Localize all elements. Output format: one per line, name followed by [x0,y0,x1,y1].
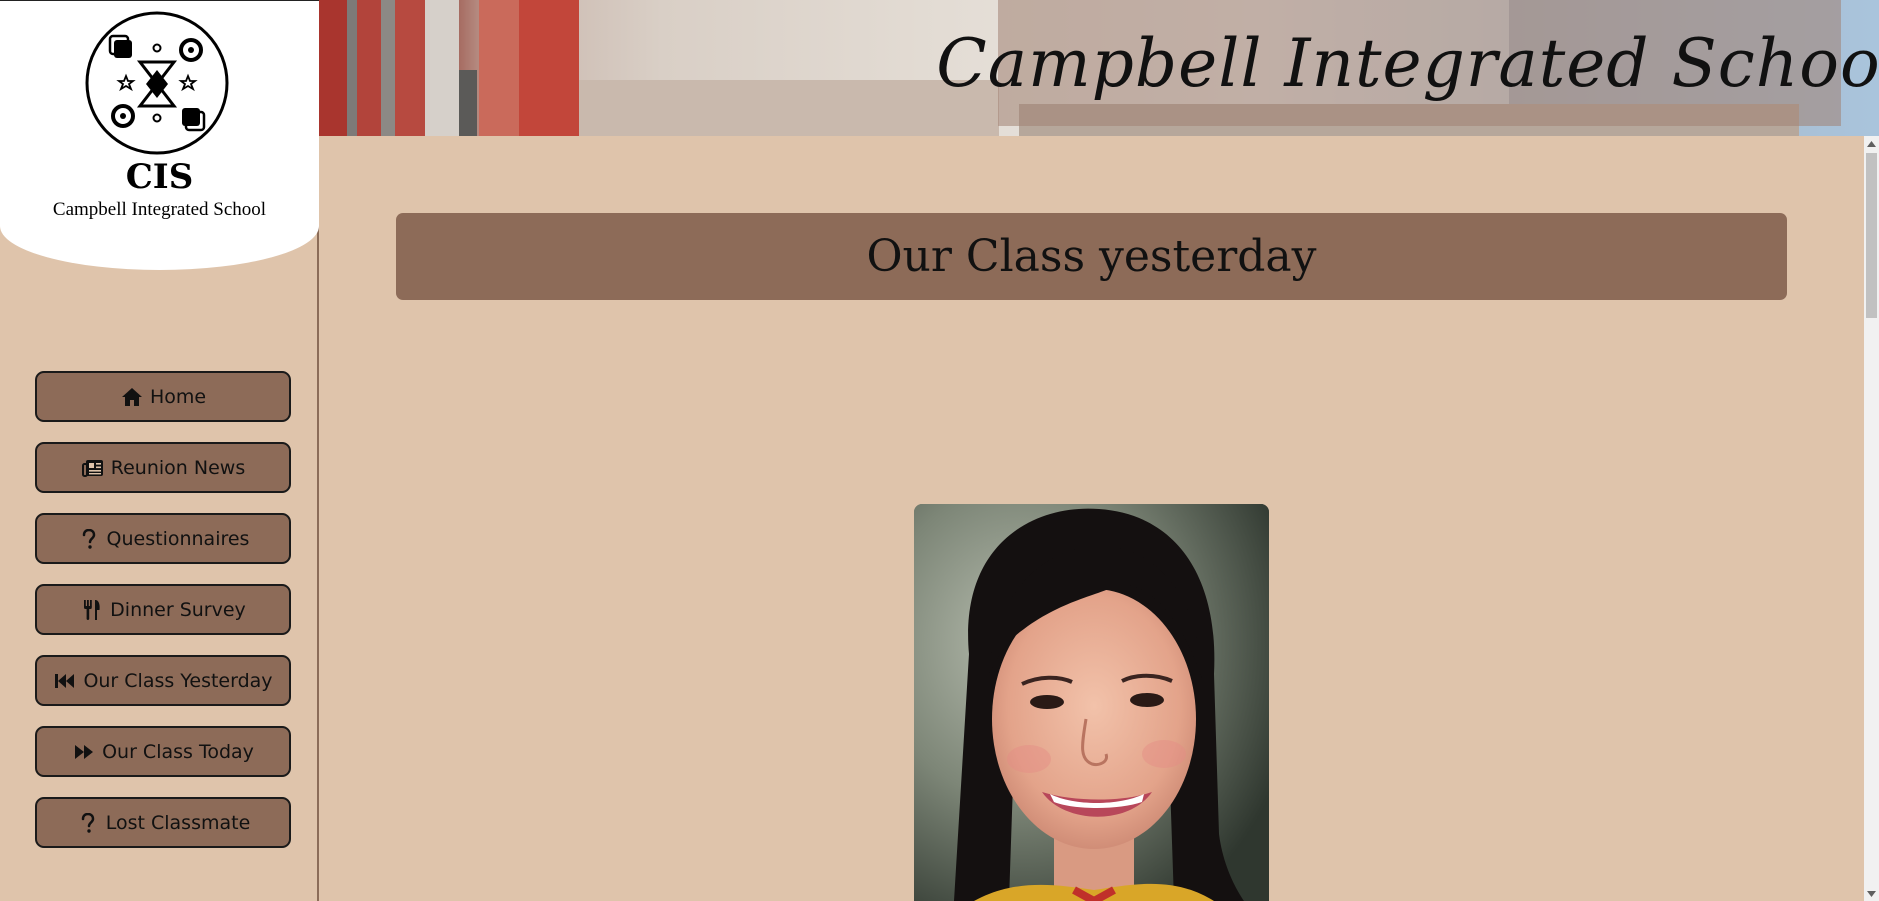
utensils-icon [80,599,104,621]
nav-dinner-survey-button[interactable]: Dinner Survey [35,584,291,635]
nav-lost-classmate-label: Lost Classmate [105,811,251,834]
fast-backward-icon [53,670,77,692]
nav-lost-classmate-button[interactable]: Lost Classmate [35,797,291,848]
banner-building-wall [425,0,459,136]
student-portrait-photo [914,504,1269,901]
school-emblem-icon [85,11,229,155]
nav-reunion-news-label: Reunion News [110,456,246,479]
question-icon [76,812,100,834]
scroll-down-arrow-icon[interactable] [1864,886,1879,901]
portrait-image [914,504,1269,901]
banner-building-window [459,70,477,136]
question-icon [77,528,101,550]
banner-building-wall [519,0,579,136]
banner-title: Campbell Integrated School [936,24,1879,102]
home-icon [120,386,144,408]
nav-home-button[interactable]: Home [35,371,291,422]
scroll-up-arrow-icon[interactable] [1864,136,1879,151]
nav-questionnaires-label: Questionnaires [106,527,250,550]
nav-dinner-survey-label: Dinner Survey [110,598,246,621]
nav-our-class-yesterday-button[interactable]: Our Class Yesterday [35,655,291,706]
nav-our-class-today-button[interactable]: Our Class Today [35,726,291,777]
logo-abbreviation: CIS [125,157,194,197]
banner-building-wall [319,0,347,136]
fast-forward-icon [72,741,96,763]
banner-building-wall [357,0,381,136]
banner-building-wall [381,0,395,136]
header-banner: Campbell Integrated School [319,0,1879,136]
banner-building-wall [479,0,519,136]
nav-our-class-today-label: Our Class Today [102,740,254,763]
nav-reunion-news-button[interactable]: Reunion News [35,442,291,493]
logo-panel: CIS Campbell Integrated School [0,0,319,270]
sidebar: CIS Campbell Integrated School Home Reun… [0,0,319,901]
logo-school-name: Campbell Integrated School [52,199,267,220]
nav-our-class-yesterday-label: Our Class Yesterday [83,669,273,692]
nav-home-label: Home [149,385,207,408]
newspaper-icon [81,457,105,479]
scrollbar-thumb[interactable] [1866,153,1877,318]
page-heading-box: Our Class yesterday [396,213,1787,300]
nav-questionnaires-button[interactable]: Questionnaires [35,513,291,564]
page-scrollbar[interactable] [1864,136,1879,901]
banner-building-wall [395,0,425,136]
banner-building-wall [347,0,357,136]
page-title: Our Class yesterday [866,231,1317,282]
